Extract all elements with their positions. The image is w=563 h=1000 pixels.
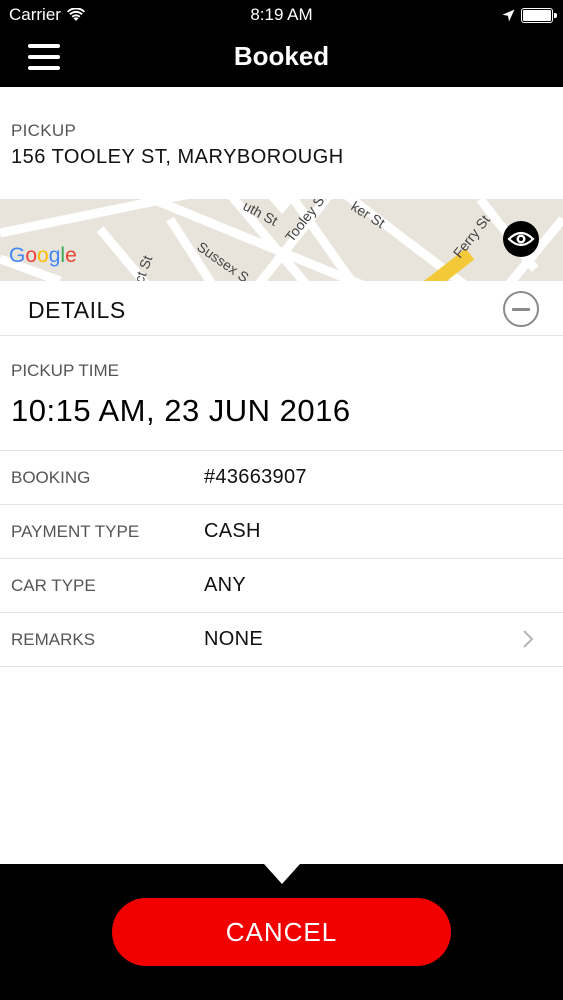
- pickup-time-section: PICKUP TIME 10:15 AM, 23 JUN 2016: [0, 337, 563, 451]
- bottom-pointer-notch: [264, 864, 300, 884]
- pickup-label: PICKUP: [11, 121, 77, 140]
- car-type-value: ANY: [204, 574, 247, 596]
- remarks-value: NONE: [204, 628, 263, 650]
- map-pointer-notch: [268, 199, 296, 214]
- map-view[interactable]: uth St Tooley St ker St Ferry St Sussex …: [0, 199, 563, 281]
- pickup-time-label: PICKUP TIME: [11, 361, 120, 380]
- street-label: ker St: [348, 199, 388, 231]
- google-logo: Google: [9, 244, 77, 267]
- status-bar: Carrier 8:19 AM: [0, 0, 563, 30]
- car-type-row: CAR TYPE ANY: [0, 559, 563, 613]
- details-header[interactable]: DETAILS: [0, 281, 563, 336]
- location-arrow-icon: [502, 7, 515, 27]
- payment-type-row: PAYMENT TYPE CASH: [0, 505, 563, 559]
- pickup-address: 156 TOOLEY ST, MARYBOROUGH: [11, 146, 344, 168]
- row-label: BOOKING: [11, 468, 91, 487]
- street-label: Ferry St: [450, 212, 493, 261]
- row-label: PAYMENT TYPE: [11, 522, 140, 541]
- collapse-minus-icon[interactable]: [503, 291, 539, 327]
- remarks-row[interactable]: REMARKS NONE: [0, 613, 563, 667]
- street-label: ct St: [131, 253, 156, 281]
- details-title: DETAILS: [28, 297, 126, 323]
- booking-row: BOOKING #43663907: [0, 451, 563, 505]
- pickup-section: PICKUP 156 TOOLEY ST, MARYBOROUGH: [0, 87, 563, 199]
- row-label: REMARKS: [11, 630, 96, 649]
- row-label: CAR TYPE: [11, 576, 96, 595]
- status-time: 8:19 AM: [250, 5, 313, 24]
- eye-icon[interactable]: [503, 221, 539, 257]
- battery-icon: [521, 8, 557, 23]
- payment-type-value: CASH: [204, 520, 261, 542]
- pickup-time-value: 10:15 AM, 23 JUN 2016: [11, 393, 351, 428]
- booking-number: #43663907: [204, 466, 307, 488]
- chevron-right-icon: [521, 629, 535, 649]
- cancel-button[interactable]: CANCEL: [112, 898, 451, 966]
- page-title: Booked: [233, 41, 330, 71]
- bottom-action-bar: CANCEL: [0, 864, 563, 1000]
- nav-bar: Booked: [0, 30, 563, 87]
